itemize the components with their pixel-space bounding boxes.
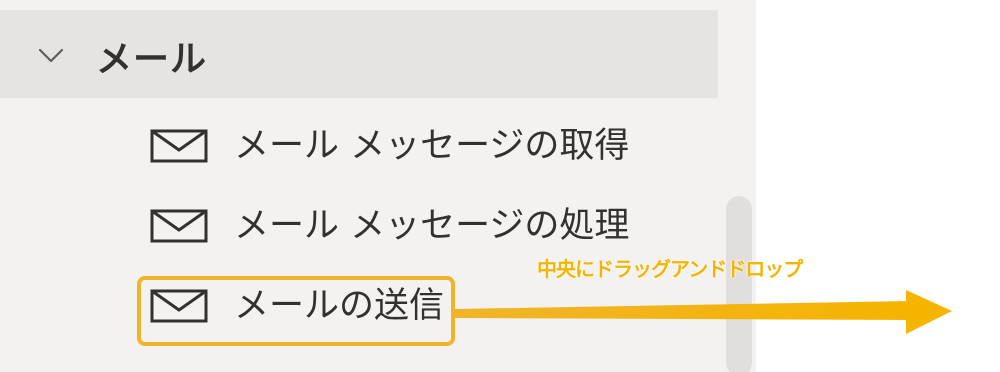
action-item-process-mail-messages[interactable]: メール メッセージの処理 bbox=[150, 198, 629, 254]
mail-icon bbox=[150, 209, 208, 243]
arrow-head bbox=[906, 290, 952, 334]
chevron-down-icon[interactable] bbox=[38, 48, 64, 64]
action-label: メール メッセージの処理 bbox=[234, 206, 630, 246]
action-item-get-mail-messages[interactable]: メール メッセージの取得 bbox=[150, 118, 629, 174]
mail-icon bbox=[150, 129, 208, 163]
action-item-send-mail[interactable]: メールの送信 bbox=[150, 278, 444, 334]
scrollbar[interactable] bbox=[726, 196, 752, 372]
group-header-mail[interactable]: メール bbox=[0, 10, 718, 98]
action-label: メールの送信 bbox=[234, 286, 445, 326]
actions-panel: メール メール メッセージの取得 メール メッセージの処理 メールの送信 bbox=[0, 0, 756, 372]
mail-icon bbox=[150, 289, 208, 323]
group-label: メール bbox=[96, 39, 208, 80]
screenshot-stage: メール メール メッセージの取得 メール メッセージの処理 メールの送信 中央に… bbox=[0, 0, 1000, 372]
annotation-label: 中央にドラッグアンドドロップ bbox=[537, 257, 803, 281]
panel-divider bbox=[756, 0, 766, 372]
action-label: メール メッセージの取得 bbox=[234, 126, 630, 166]
